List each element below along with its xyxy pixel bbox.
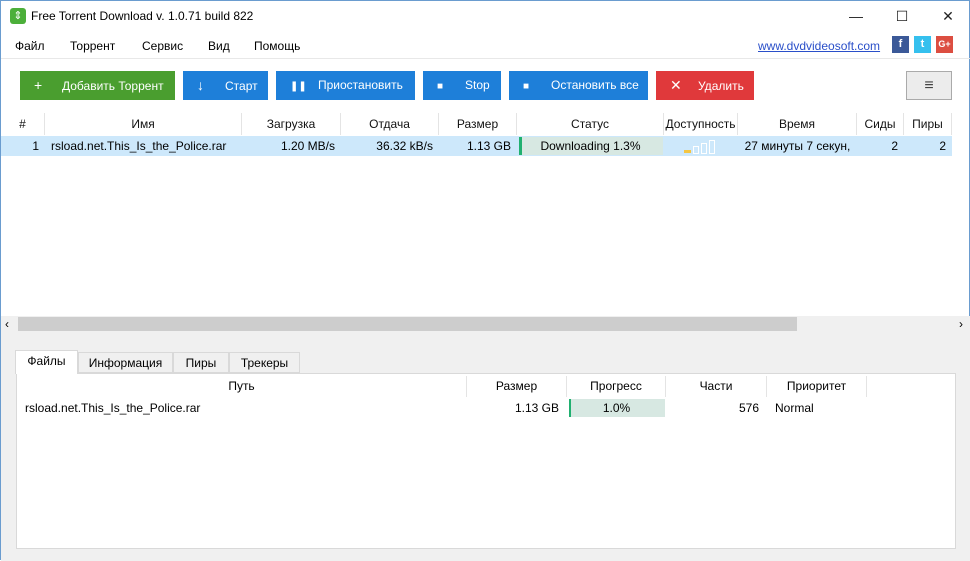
column-header-upload[interactable]: Отдача: [341, 113, 439, 135]
column-header-file-size[interactable]: Размер: [467, 376, 567, 397]
column-header-availability[interactable]: Доступность: [664, 113, 738, 135]
torrent-upload: 36.32 kB/s: [376, 139, 433, 153]
column-header-download[interactable]: Загрузка: [242, 113, 341, 135]
column-header-name[interactable]: Имя: [45, 113, 242, 135]
hamburger-menu-button[interactable]: ≡: [906, 71, 952, 100]
stop-all-button[interactable]: ■ Остановить все: [509, 71, 648, 100]
torrent-status: Downloading 1.3%: [540, 139, 641, 153]
column-header-time[interactable]: Время: [738, 113, 857, 135]
maximize-button[interactable]: ☐: [879, 1, 925, 31]
availability-bar: [693, 146, 699, 154]
minimize-button[interactable]: —: [833, 1, 879, 31]
file-progress: 1.0%: [602, 401, 631, 415]
file-pieces: 576: [738, 401, 759, 415]
menu-service[interactable]: Сервис: [142, 39, 183, 53]
close-button[interactable]: ✕: [925, 1, 970, 31]
column-header-num[interactable]: #: [1, 113, 45, 135]
tab-files[interactable]: Файлы: [15, 350, 78, 374]
availability-bar: [684, 150, 691, 153]
window-title: Free Torrent Download v. 1.0.71 build 82…: [31, 9, 254, 23]
tab-peers[interactable]: Пиры: [173, 352, 229, 373]
tab-trackers[interactable]: Трекеры: [229, 352, 300, 373]
menu-file[interactable]: Файл: [15, 39, 45, 53]
torrent-num: 1: [32, 139, 39, 153]
tab-info[interactable]: Информация: [78, 352, 173, 373]
arrow-down-icon: ↓: [197, 77, 204, 93]
button-label: Старт: [225, 79, 258, 93]
column-header-status[interactable]: Статус: [517, 113, 664, 135]
app-icon: ⇕: [10, 8, 26, 24]
column-header-priority[interactable]: Приоритет: [767, 376, 867, 397]
column-header-path[interactable]: Путь: [17, 376, 467, 397]
torrent-name: rsload.net.This_Is_the_Police.rar: [51, 139, 227, 153]
button-label: Удалить: [698, 79, 744, 93]
stop-button[interactable]: ■ Stop: [423, 71, 501, 100]
plus-icon: +: [34, 77, 43, 93]
scrollbar-thumb[interactable]: [18, 317, 797, 331]
start-button[interactable]: ↓ Старт: [183, 71, 268, 100]
button-label: Приостановить: [318, 78, 403, 92]
file-size: 1.13 GB: [514, 401, 559, 415]
pause-icon: ❚❚: [290, 81, 307, 92]
column-header-size[interactable]: Размер: [439, 113, 517, 135]
column-header-progress[interactable]: Прогресс: [567, 376, 666, 397]
stop-icon: ■: [523, 81, 530, 92]
torrent-size: 1.13 GB: [466, 139, 511, 153]
availability-bar: [701, 143, 707, 154]
torrent-peers: 2: [939, 139, 946, 153]
menu-help[interactable]: Помощь: [254, 39, 300, 53]
torrent-seeds: 2: [891, 139, 898, 153]
delete-button[interactable]: ✕ Удалить: [656, 71, 754, 100]
button-label: Stop: [465, 78, 490, 92]
column-header-seeds[interactable]: Сиды: [857, 113, 904, 135]
menu-view[interactable]: Вид: [208, 39, 230, 53]
scroll-right-icon[interactable]: ›: [959, 316, 963, 333]
button-label: Остановить все: [551, 78, 639, 92]
button-label: Добавить Торрент: [62, 79, 164, 93]
twitter-icon[interactable]: t: [914, 36, 931, 53]
website-link[interactable]: www.dvdvideosoft.com: [758, 39, 880, 53]
scroll-left-icon[interactable]: ‹: [5, 316, 9, 333]
availability-bar: [709, 140, 715, 154]
x-icon: ✕: [670, 77, 682, 93]
stop-icon: ■: [437, 81, 444, 92]
torrent-time: 27 минуты 7 секун,: [744, 139, 851, 153]
divider: [1, 58, 970, 59]
menu-torrent[interactable]: Торрент: [70, 39, 115, 53]
column-header-peers[interactable]: Пиры: [904, 113, 952, 135]
torrent-download: 1.20 MB/s: [280, 139, 335, 153]
google-plus-icon[interactable]: G+: [936, 36, 953, 53]
pause-button[interactable]: ❚❚ Приостановить: [276, 71, 415, 100]
column-header-pieces[interactable]: Части: [666, 376, 767, 397]
add-torrent-button[interactable]: + Добавить Торрент: [20, 71, 175, 100]
facebook-icon[interactable]: f: [892, 36, 909, 53]
file-path[interactable]: rsload.net.This_Is_the_Police.rar: [17, 398, 467, 418]
file-priority[interactable]: Normal: [767, 398, 867, 418]
